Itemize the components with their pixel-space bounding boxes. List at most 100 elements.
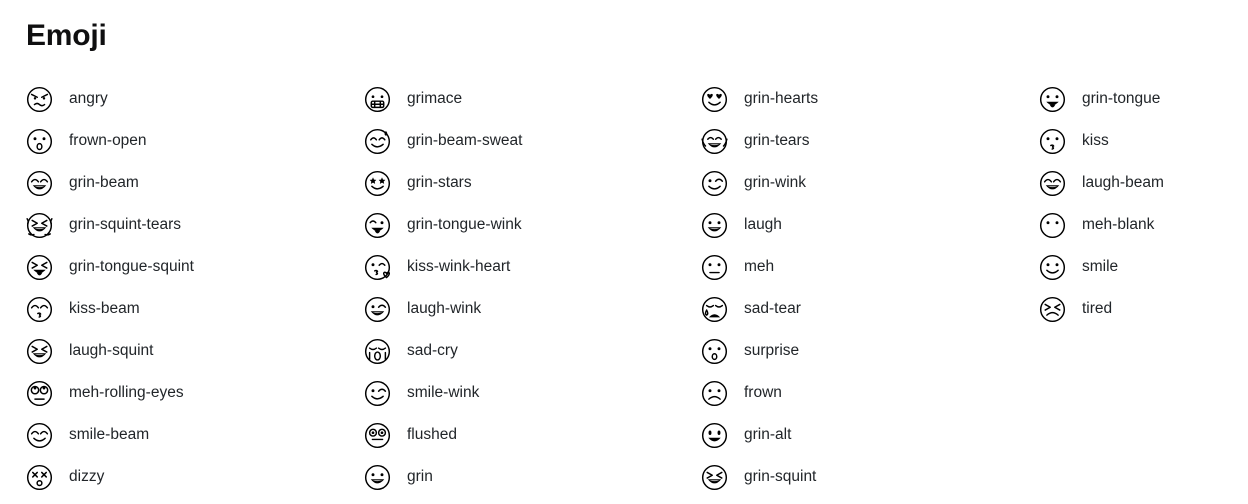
emoji-label: laugh-wink: [407, 300, 482, 318]
emoji-label: smile-beam: [69, 426, 150, 444]
sad-tear-icon: [701, 296, 728, 323]
emoji-item[interactable]: frown: [701, 372, 1039, 414]
emoji-item[interactable]: meh-rolling-eyes: [26, 372, 364, 414]
grin-squint-tears-icon: [26, 212, 53, 239]
emoji-item[interactable]: grin-squint: [701, 456, 1039, 498]
emoji-label: grin-tongue-squint: [69, 258, 194, 276]
emoji-label: tired: [1082, 300, 1113, 318]
emoji-label: grin: [407, 468, 433, 486]
emoji-item[interactable]: grin-wink: [701, 162, 1039, 204]
page-title: Emoji: [26, 19, 107, 52]
emoji-label: smile: [1082, 258, 1119, 276]
emoji-label: grin-tongue: [1082, 90, 1161, 108]
emoji-label: laugh-beam: [1082, 174, 1164, 192]
emoji-label: sad-cry: [407, 342, 458, 360]
emoji-label: frown-open: [69, 132, 147, 150]
frown-open-icon: [26, 128, 53, 155]
emoji-label: kiss-wink-heart: [407, 258, 511, 276]
emoji-label: grin-squint: [744, 468, 817, 486]
emoji-item[interactable]: grin: [364, 456, 701, 498]
emoji-label: grin-alt: [744, 426, 792, 444]
smile-icon: [1039, 254, 1066, 281]
emoji-item[interactable]: smile-beam: [26, 414, 364, 456]
emoji-item[interactable]: grin-squint-tears: [26, 204, 364, 246]
grin-beam-icon: [26, 170, 53, 197]
emoji-label: grin-stars: [407, 174, 472, 192]
emoji-label: grin-squint-tears: [69, 216, 181, 234]
angry-icon: [26, 86, 53, 113]
grimace-icon: [364, 86, 391, 113]
emoji-item[interactable]: grin-stars: [364, 162, 701, 204]
meh-icon: [701, 254, 728, 281]
laugh-squint-icon: [26, 338, 53, 365]
emoji-item[interactable]: laugh-squint: [26, 330, 364, 372]
emoji-item[interactable]: meh: [701, 246, 1039, 288]
emoji-label: laugh: [744, 216, 782, 234]
meh-blank-icon: [1039, 212, 1066, 239]
emoji-label: meh-rolling-eyes: [69, 384, 184, 402]
emoji-item[interactable]: grin-beam: [26, 162, 364, 204]
emoji-label: grin-wink: [744, 174, 807, 192]
emoji-item[interactable]: angry: [26, 78, 364, 120]
meh-rolling-eyes-icon: [26, 380, 53, 407]
emoji-item[interactable]: laugh: [701, 204, 1039, 246]
emoji-label: meh: [744, 258, 775, 276]
grin-tongue-icon: [1039, 86, 1066, 113]
emoji-item[interactable]: laugh-wink: [364, 288, 701, 330]
grin-wink-icon: [701, 170, 728, 197]
emoji-item[interactable]: grin-tongue-wink: [364, 204, 701, 246]
emoji-label: kiss-beam: [69, 300, 140, 318]
emoji-label: angry: [69, 90, 108, 108]
emoji-label: flushed: [407, 426, 457, 444]
grin-tears-icon: [701, 128, 728, 155]
grin-beam-sweat-icon: [364, 128, 391, 155]
emoji-label: smile-wink: [407, 384, 480, 402]
emoji-item[interactable]: grin-tongue-squint: [26, 246, 364, 288]
emoji-item[interactable]: grin-alt: [701, 414, 1039, 456]
emoji-item[interactable]: grimace: [364, 78, 701, 120]
kiss-beam-icon: [26, 296, 53, 323]
emoji-label: grin-tears: [744, 132, 810, 150]
emoji-item[interactable]: kiss-wink-heart: [364, 246, 701, 288]
emoji-item[interactable]: flushed: [364, 414, 701, 456]
emoji-label: grin-beam-sweat: [407, 132, 523, 150]
emoji-grid: angry frown-open grin-beam grin-squint-tear…: [0, 78, 1248, 498]
grin-tongue-wink-icon: [364, 212, 391, 239]
emoji-item[interactable]: frown-open: [26, 120, 364, 162]
emoji-label: meh-blank: [1082, 216, 1155, 234]
sad-cry-icon: [364, 338, 391, 365]
emoji-item[interactable]: smile-wink: [364, 372, 701, 414]
emoji-item[interactable]: kiss: [1039, 120, 1248, 162]
surprise-icon: [701, 338, 728, 365]
emoji-item[interactable]: grin-tongue: [1039, 78, 1248, 120]
laugh-icon: [701, 212, 728, 239]
emoji-label: grin-tongue-wink: [407, 216, 522, 234]
grin-squint-icon: [701, 464, 728, 491]
emoji-item[interactable]: dizzy: [26, 456, 364, 498]
grin-alt-icon: [701, 422, 728, 449]
grin-hearts-icon: [701, 86, 728, 113]
emoji-item[interactable]: laugh-beam: [1039, 162, 1248, 204]
emoji-item[interactable]: smile: [1039, 246, 1248, 288]
emoji-item[interactable]: sad-tear: [701, 288, 1039, 330]
dizzy-icon: [26, 464, 53, 491]
emoji-label: sad-tear: [744, 300, 801, 318]
emoji-item[interactable]: surprise: [701, 330, 1039, 372]
smile-beam-icon: [26, 422, 53, 449]
kiss-icon: [1039, 128, 1066, 155]
emoji-label: dizzy: [69, 468, 105, 486]
grin-stars-icon: [364, 170, 391, 197]
emoji-label: surprise: [744, 342, 800, 360]
emoji-label: grin-hearts: [744, 90, 819, 108]
smile-wink-icon: [364, 380, 391, 407]
frown-icon: [701, 380, 728, 407]
emoji-item[interactable]: grin-hearts: [701, 78, 1039, 120]
emoji-item[interactable]: grin-tears: [701, 120, 1039, 162]
emoji-label: frown: [744, 384, 782, 402]
emoji-item[interactable]: meh-blank: [1039, 204, 1248, 246]
emoji-item[interactable]: sad-cry: [364, 330, 701, 372]
emoji-item[interactable]: tired: [1039, 288, 1248, 330]
emoji-label: laugh-squint: [69, 342, 154, 360]
emoji-item[interactable]: kiss-beam: [26, 288, 364, 330]
emoji-item[interactable]: grin-beam-sweat: [364, 120, 701, 162]
